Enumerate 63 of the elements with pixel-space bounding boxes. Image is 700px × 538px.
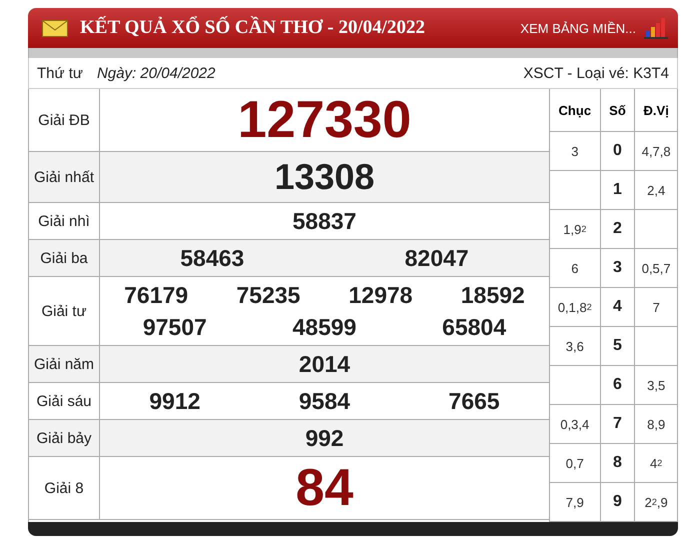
- prize-label: Giải nhất: [29, 152, 100, 202]
- column-header: Số: [600, 89, 636, 131]
- prize-number: 9912: [149, 387, 200, 416]
- table-cell: 6: [550, 249, 601, 287]
- draw-date: Ngày: 20/04/2022: [96, 64, 216, 82]
- table-cell: 4: [600, 288, 636, 326]
- table-cell-text: 2$^{2}$,9: [644, 494, 669, 512]
- envelope-icon: [42, 20, 68, 36]
- table-cell: 1: [600, 171, 636, 209]
- prize-label: Giải nhì: [29, 203, 100, 239]
- table-cell: 5: [600, 327, 636, 365]
- bar-chart-icon[interactable]: [644, 17, 668, 39]
- prize-number: 58837: [292, 207, 356, 236]
- table-cell: 0: [600, 132, 636, 170]
- table-cell-text: 3,5: [646, 376, 666, 394]
- table-cell-text: 7: [652, 298, 661, 316]
- prize-number: 58463: [180, 244, 244, 273]
- prize-label: Giải bảy: [29, 420, 100, 456]
- table-cell-text: 8,9: [646, 416, 666, 434]
- table-cell: 0,7: [550, 444, 601, 482]
- column-header: Đ.Vị: [642, 102, 670, 120]
- table-cell: 9: [600, 483, 636, 521]
- prize-number: 992: [305, 424, 344, 453]
- column-header: Chục: [550, 89, 601, 131]
- prize-number: 2014: [298, 350, 350, 379]
- prize-number: 75235: [236, 281, 300, 310]
- table-cell: 6: [600, 366, 636, 404]
- table-cell: 7: [600, 405, 636, 443]
- weekday-label: Thứ tư: [37, 64, 83, 82]
- prize-label: Giải 8: [29, 457, 100, 519]
- table-cell: 3,6: [550, 327, 601, 365]
- table-cell-text: 4,7,8: [640, 142, 672, 160]
- table-cell: 2: [600, 210, 636, 248]
- table-cell: 1,9$^{2}$: [550, 210, 601, 248]
- prize-number: 13308: [274, 155, 375, 199]
- prize-number: 127330: [238, 91, 412, 149]
- prize-label: Giải ĐB: [29, 89, 100, 151]
- prize-label: Giải tư: [29, 277, 100, 345]
- prize-label: Giải sáu: [29, 383, 100, 419]
- table-cell-text: 4$^{2}$: [649, 454, 664, 472]
- prize-number: 97507: [142, 313, 207, 342]
- prize-number: 65804: [442, 313, 506, 342]
- region-link[interactable]: XEM BẢNG MIỀN...: [520, 20, 636, 36]
- prize-label: Giải năm: [29, 346, 100, 382]
- prize-number: 84: [296, 459, 354, 517]
- prize-number: 82047: [404, 244, 469, 273]
- table-cell: 8: [600, 444, 636, 482]
- ticket-info: XSCT - Loại vé: K3T4: [523, 64, 669, 82]
- table-cell: 0,3,4: [550, 405, 601, 443]
- prize-label: Giải ba: [29, 240, 100, 276]
- table-cell: 7,9: [550, 483, 601, 521]
- prize-number: 18592: [460, 281, 525, 310]
- table-cell: 0,1,8$^{2}$: [550, 288, 601, 326]
- prize-number: 7665: [448, 387, 500, 416]
- table-cell: 3: [600, 249, 636, 287]
- table-cell-text: 2,4: [646, 182, 666, 200]
- prize-number: 76179: [124, 281, 188, 310]
- page-title: KẾT QUẢ XỔ SỐ CẦN THƠ - 20/04/2022: [80, 17, 426, 39]
- prize-number: 12978: [348, 281, 413, 310]
- prize-number: 9584: [298, 387, 350, 416]
- table-cell: 3: [550, 132, 601, 170]
- table-cell-text: 0,5,7: [640, 260, 672, 278]
- prize-number: 48599: [292, 313, 356, 342]
